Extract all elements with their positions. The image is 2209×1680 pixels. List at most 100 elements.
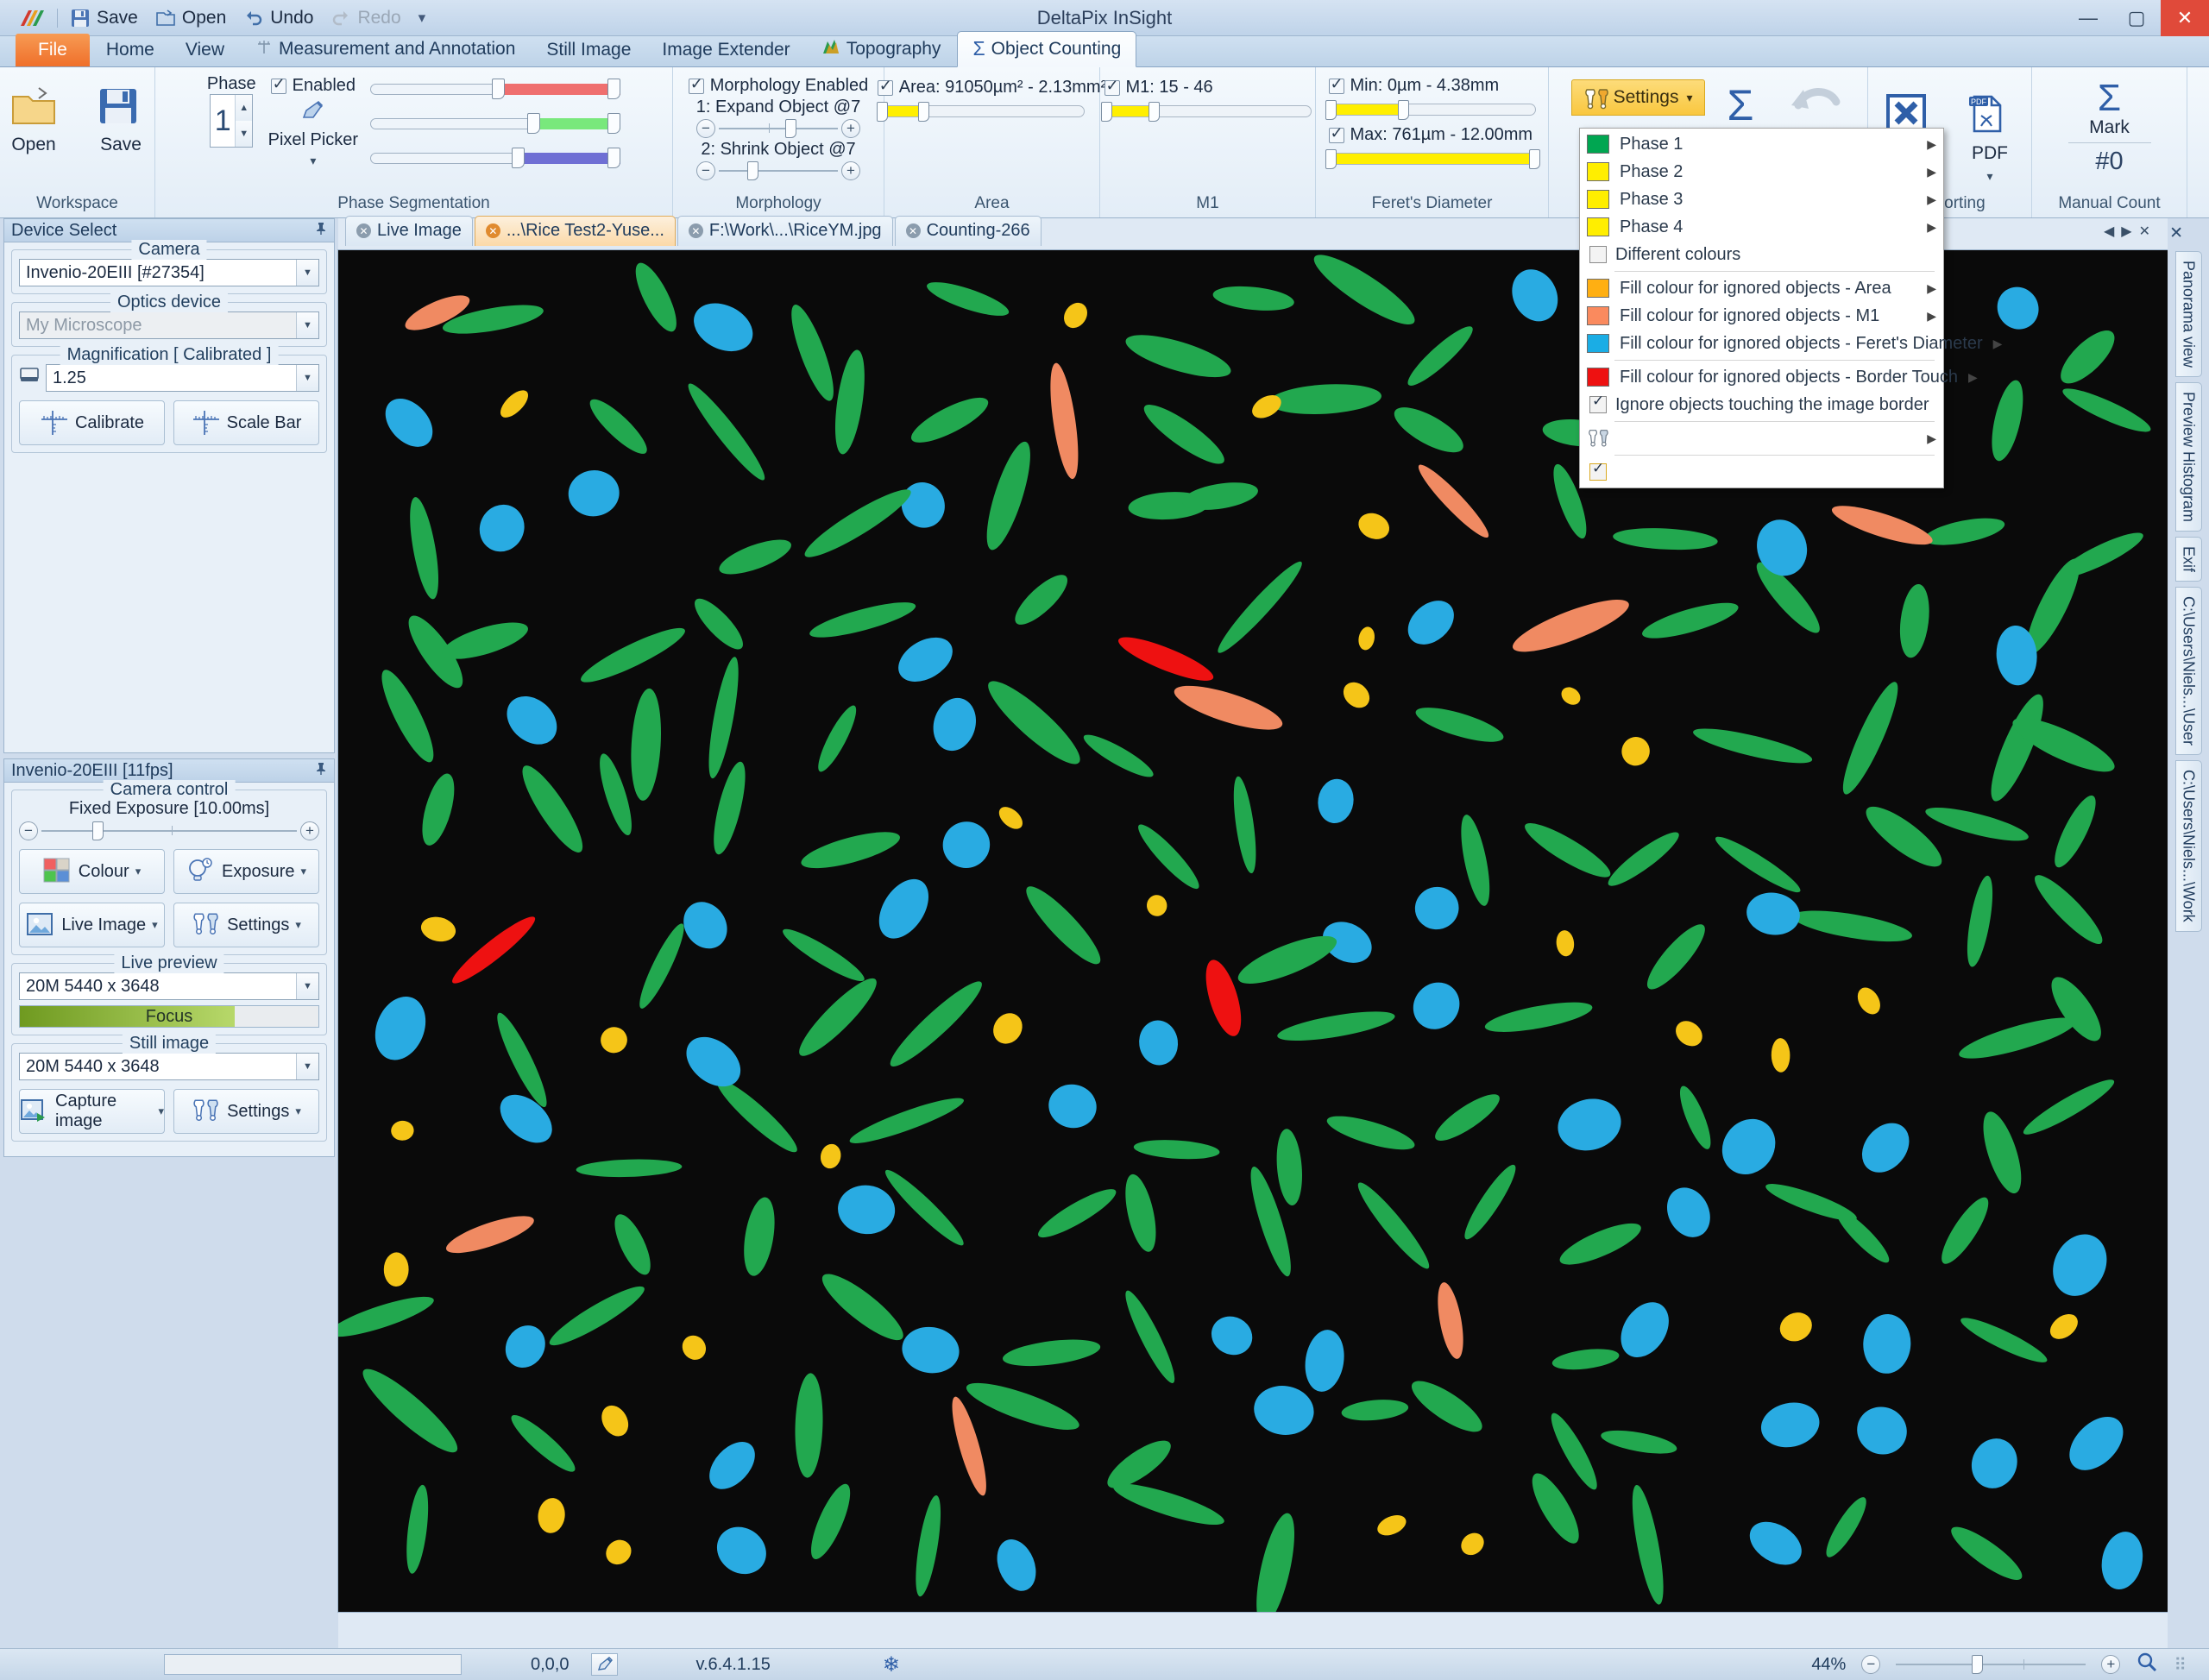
slider-handle-high[interactable] bbox=[607, 148, 621, 168]
slider-handle-high[interactable] bbox=[1149, 102, 1161, 122]
maximize-button[interactable]: ▢ bbox=[2112, 0, 2161, 36]
slider-handle-high[interactable] bbox=[1397, 100, 1409, 120]
ferets-min-range-slider[interactable] bbox=[1325, 99, 1536, 120]
save-button[interactable]: Save bbox=[83, 72, 159, 155]
quick-access-more-button[interactable]: ▾ bbox=[419, 9, 426, 27]
phase-down-button[interactable]: ▼ bbox=[236, 121, 253, 147]
segmentation-slider-red[interactable] bbox=[370, 78, 621, 100]
doc-tab-riceym[interactable]: ✕ F:\Work\...\RiceYM.jpg bbox=[677, 216, 893, 246]
right-tab-preview-histogram[interactable]: Preview Histogram bbox=[2174, 382, 2202, 532]
pin-icon[interactable] bbox=[315, 762, 327, 780]
slider-handle-low[interactable] bbox=[491, 79, 505, 99]
zoom-slider[interactable] bbox=[1896, 1655, 2086, 1674]
minimize-button[interactable]: — bbox=[2064, 0, 2112, 36]
sigma-count-icon[interactable]: Σ bbox=[1728, 84, 1754, 127]
still-image-resolution-select[interactable]: 20M 5440 x 3648 ▼ bbox=[19, 1053, 319, 1080]
snowflake-icon[interactable]: ❄ bbox=[883, 1652, 900, 1677]
area-filter-checkbox[interactable]: Area: 91050µm² - 2.13mm² bbox=[877, 77, 1106, 98]
chevron-down-icon[interactable]: ▼ bbox=[296, 260, 318, 286]
tab-object-counting[interactable]: Σ Object Counting bbox=[957, 31, 1137, 67]
slider-handle[interactable] bbox=[785, 119, 797, 138]
quick-redo-button[interactable]: Redo bbox=[330, 8, 401, 28]
morphology-step1-slider[interactable]: − + bbox=[696, 119, 860, 138]
chevron-down-icon[interactable]: ▾ bbox=[1986, 169, 1992, 184]
pin-icon[interactable] bbox=[315, 222, 327, 240]
quick-open-button[interactable]: Open bbox=[155, 8, 226, 28]
capture-image-button[interactable]: Capture image ▾ bbox=[19, 1089, 165, 1134]
close-icon[interactable]: ✕ bbox=[356, 223, 371, 238]
chevron-down-icon[interactable]: ▼ bbox=[296, 365, 318, 391]
tab-file[interactable]: File bbox=[16, 34, 90, 66]
phase-spinner[interactable]: 1 ▲ ▼ bbox=[210, 94, 254, 148]
ferets-max-checkbox[interactable]: Max: 761µm - 12.00mm bbox=[1328, 124, 1532, 145]
camera-select[interactable]: Invenio-20EIII [#27354] ▼ bbox=[19, 259, 319, 286]
slider-handle-low[interactable] bbox=[1325, 149, 1337, 169]
menu-item-fill-colour-m1[interactable]: Fill colour for ignored objects - M1 ▶ bbox=[1580, 302, 1943, 330]
chevron-down-icon[interactable]: ▾ bbox=[135, 865, 142, 878]
scroll-right-icon[interactable]: ▶ bbox=[2121, 223, 2131, 240]
right-tab-panorama-view[interactable]: Panorama view bbox=[2174, 251, 2202, 378]
tab-topography[interactable]: Topography bbox=[807, 33, 956, 66]
area-range-slider[interactable] bbox=[876, 101, 1085, 122]
close-icon[interactable]: ✕ bbox=[905, 223, 921, 238]
phase-enabled-checkbox[interactable]: Enabled bbox=[270, 75, 356, 96]
exposure-button[interactable]: Exposure ▾ bbox=[173, 849, 319, 894]
slider-handle-high[interactable] bbox=[607, 113, 621, 134]
pixel-picker-icon[interactable] bbox=[299, 99, 328, 127]
mark-label[interactable]: Mark bbox=[2089, 117, 2130, 138]
menu-item-use-same-features[interactable] bbox=[1580, 458, 1943, 486]
right-tab-work-folder[interactable]: C:\Users\Niels...\Work bbox=[2174, 760, 2202, 932]
menu-item-phase-1[interactable]: Phase 1 ▶ bbox=[1580, 130, 1943, 158]
doc-tab-rice-test2[interactable]: ✕ ...\Rice Test2-Yuse... bbox=[474, 216, 676, 246]
increase-button[interactable]: + bbox=[300, 821, 319, 840]
still-settings-button[interactable]: Settings ▾ bbox=[173, 1089, 319, 1134]
chevron-down-icon[interactable]: ▼ bbox=[296, 312, 318, 338]
close-button[interactable]: ✕ bbox=[2161, 0, 2209, 36]
menu-item-fill-colour-border-touch[interactable]: Fill colour for ignored objects - Border… bbox=[1580, 363, 1978, 391]
decrease-button[interactable]: − bbox=[19, 821, 38, 840]
phase-up-button[interactable]: ▲ bbox=[236, 95, 253, 121]
slider-handle-low[interactable] bbox=[1325, 100, 1337, 120]
tab-measurement-and-annotation[interactable]: Measurement and Annotation bbox=[241, 33, 530, 66]
slider-handle-low[interactable] bbox=[512, 148, 526, 168]
chevron-down-icon[interactable]: ▼ bbox=[296, 1054, 318, 1079]
quick-undo-button[interactable]: Undo bbox=[243, 8, 313, 28]
increase-button[interactable]: + bbox=[841, 119, 860, 138]
color-picker-icon[interactable] bbox=[591, 1653, 619, 1676]
menu-item-phase-4[interactable]: Phase 4 ▶ bbox=[1580, 213, 1943, 241]
phase-more-arrow[interactable]: ▾ bbox=[310, 154, 316, 168]
slider-handle-low[interactable] bbox=[1100, 102, 1112, 122]
zoom-fit-icon[interactable] bbox=[2136, 1652, 2158, 1677]
morphology-step2-slider[interactable]: − + bbox=[696, 161, 860, 180]
scroll-left-icon[interactable]: ◀ bbox=[2104, 223, 2114, 240]
tab-home[interactable]: Home bbox=[91, 35, 169, 66]
slider-handle-high[interactable] bbox=[607, 79, 621, 99]
m1-filter-checkbox[interactable]: M1: 15 - 46 bbox=[1104, 77, 1213, 98]
ferets-max-range-slider[interactable] bbox=[1325, 148, 1540, 169]
calibrate-button[interactable]: Calibrate bbox=[19, 400, 165, 445]
slider-handle[interactable] bbox=[1972, 1655, 1984, 1674]
tab-image-extender[interactable]: Image Extender bbox=[647, 35, 804, 66]
right-dock-close-icon[interactable]: ✕ bbox=[2169, 223, 2183, 243]
chevron-down-icon[interactable]: ▾ bbox=[158, 1104, 164, 1118]
slider-handle-low[interactable] bbox=[526, 113, 540, 134]
slider-handle-high[interactable] bbox=[1528, 149, 1540, 169]
menu-item-phase-2[interactable]: Phase 2 ▶ bbox=[1580, 158, 1943, 186]
live-image-button[interactable]: Live Image ▾ bbox=[19, 903, 165, 947]
exposure-slider[interactable]: − + bbox=[19, 821, 319, 840]
m1-range-slider[interactable] bbox=[1100, 101, 1312, 122]
morphology-enabled-checkbox[interactable]: Morphology Enabled bbox=[688, 75, 868, 96]
slider-handle-high[interactable] bbox=[917, 102, 929, 122]
document-tab-scroll-controls[interactable]: ◀ ▶ ✕ bbox=[2104, 223, 2150, 240]
right-tab-exif[interactable]: Exif bbox=[2174, 537, 2202, 582]
decrease-button[interactable]: − bbox=[696, 161, 715, 180]
quick-save-button[interactable]: Save bbox=[70, 8, 138, 28]
live-preview-resolution-select[interactable]: 20M 5440 x 3648 ▼ bbox=[19, 972, 319, 1000]
menu-item-phase-3[interactable]: Phase 3 ▶ bbox=[1580, 186, 1943, 213]
counting-settings-button[interactable]: Settings ▾ bbox=[1570, 79, 1705, 116]
slider-handle-low[interactable] bbox=[876, 102, 888, 122]
menu-item-different-colours[interactable]: Different colours bbox=[1580, 241, 1943, 268]
tab-still-image[interactable]: Still Image bbox=[532, 35, 645, 66]
segmentation-slider-green[interactable] bbox=[370, 112, 621, 135]
counting-settings-menu[interactable]: Phase 1 ▶ Phase 2 ▶ Phase 3 ▶ Phase 4 ▶ … bbox=[1579, 128, 2002, 488]
